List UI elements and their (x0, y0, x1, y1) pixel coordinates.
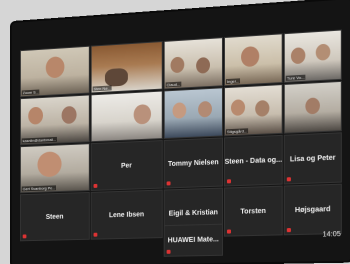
participant-name: Steen (45, 213, 64, 221)
participant-video-tile[interactable]: Gert Svanborg Pe... (19, 143, 90, 194)
participant-video-tile[interactable]: Ture Vo... (283, 29, 342, 83)
participant-video-tile[interactable] (163, 87, 223, 140)
participant-video-tile[interactable]: Claud... (163, 37, 223, 90)
participant-video-tile[interactable]: Inger... (223, 33, 283, 87)
participant-video-tile[interactable]: Zoom S... (19, 45, 90, 98)
participant-video-tile[interactable] (90, 90, 163, 143)
participant-caption: Sten Nø... (92, 85, 112, 92)
participant-caption: Zoom S... (21, 89, 40, 96)
participant-name-tile[interactable]: Tommy Nielsen (163, 137, 223, 189)
meeting-clock: 14:05 (322, 230, 341, 239)
participant-name: Torsten (240, 207, 266, 216)
participant-name: Højsgaard (294, 205, 331, 214)
participant-caption: Ture Vo... (285, 74, 306, 81)
muted-mic-icon (286, 177, 291, 182)
person-silhouette (104, 67, 128, 87)
muted-mic-icon (226, 179, 231, 184)
participant-name: Per (121, 162, 132, 170)
participant-caption: Claud... (165, 81, 182, 88)
participant-name: Steen - Data og... (224, 156, 283, 166)
participant-name: Tommy Nielsen (167, 158, 219, 168)
muted-mic-icon (226, 229, 231, 234)
participant-name-tile[interactable]: HUAWEI Mate... (163, 223, 223, 257)
participant-name-tile[interactable]: Steen (19, 191, 90, 242)
participant-video-tile[interactable]: Sten Nø... (90, 41, 163, 94)
muted-mic-icon (166, 249, 171, 254)
participant-name: Eigil & Kristian (168, 208, 218, 218)
participant-name: Lisa og Peter (289, 154, 336, 163)
participant-name-tile[interactable]: Højsgaard (283, 183, 342, 236)
participant-name-tile[interactable]: Lisa og Peter (283, 132, 342, 185)
participant-name: Lene Ibsen (108, 210, 145, 219)
video-feed (91, 91, 162, 142)
zoom-gallery-view: Zoom S... Sten Nø... Claud... Inger... T… (11, 0, 350, 264)
muted-mic-icon (166, 181, 171, 186)
participant-video-tile[interactable]: kasnlin@danbmail... (19, 94, 90, 146)
muted-mic-icon (93, 183, 98, 188)
participant-name-tile[interactable]: Lene Ibsen (90, 189, 163, 240)
muted-mic-icon (93, 232, 98, 237)
muted-mic-icon (22, 234, 27, 239)
participant-name: HUAWEI Mate... (167, 236, 219, 245)
participant-caption: Inger... (225, 78, 241, 85)
participant-caption: Stigsgård... (225, 128, 249, 135)
muted-mic-icon (286, 228, 291, 233)
video-feed (91, 42, 162, 93)
participant-name-tile[interactable]: Steen - Data og... (223, 134, 283, 187)
participant-name-tile[interactable]: Per (90, 140, 163, 191)
participant-video-tile[interactable] (283, 80, 342, 134)
participant-name-tile[interactable]: Torsten (223, 185, 283, 237)
photo-of-screen: Zoom S... Sten Nø... Claud... Inger... T… (0, 0, 350, 264)
participant-video-tile[interactable]: Stigsgård... (223, 84, 283, 137)
